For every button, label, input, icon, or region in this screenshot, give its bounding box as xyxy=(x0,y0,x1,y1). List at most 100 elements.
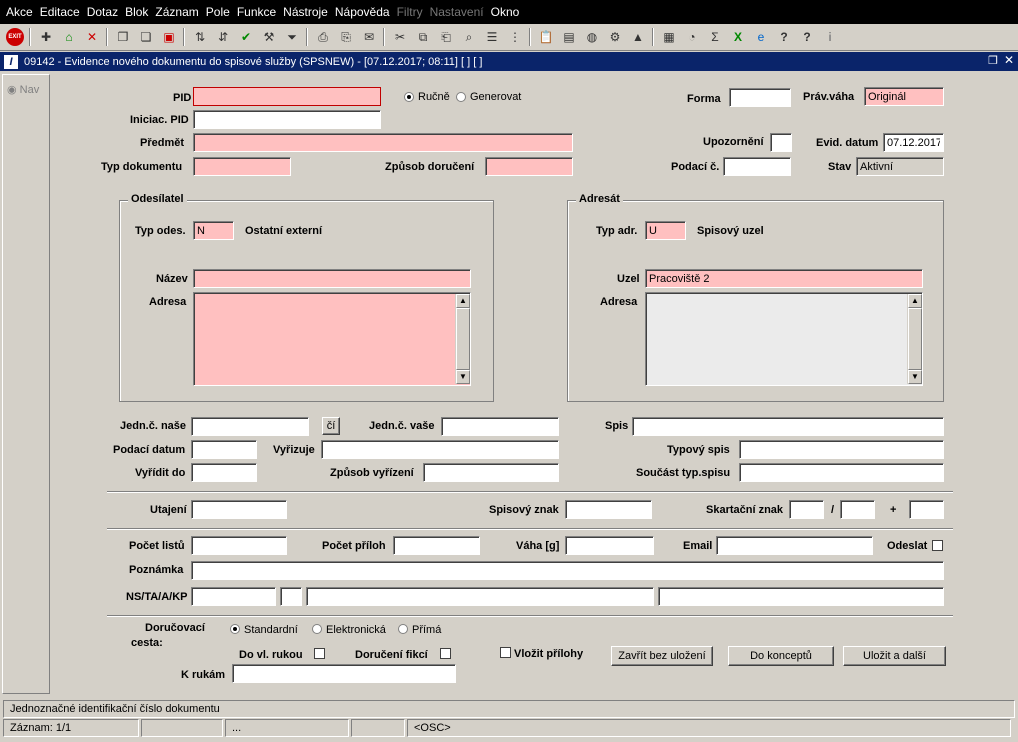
scroll-thumb[interactable] xyxy=(908,308,922,370)
spis-input[interactable] xyxy=(632,417,944,436)
sort-asc-icon[interactable]: ⇅ xyxy=(191,28,209,46)
skartacni-znak-input[interactable] xyxy=(789,500,824,519)
radio-rucne[interactable] xyxy=(404,92,414,102)
exit-icon[interactable]: EXIT xyxy=(6,28,24,46)
chart-icon[interactable]: ▦ xyxy=(660,28,678,46)
calendar-icon[interactable]: ◔ xyxy=(683,28,701,46)
typ-odes-input[interactable] xyxy=(193,221,234,240)
forma-input[interactable] xyxy=(729,88,791,107)
menu-item-6[interactable]: Funkce xyxy=(237,5,276,19)
poznamka-input[interactable] xyxy=(191,561,944,580)
vyrizuje-input[interactable] xyxy=(321,440,559,459)
tools-icon[interactable]: ⚒ xyxy=(260,28,278,46)
typovy-spis-input[interactable] xyxy=(739,440,944,459)
a-input[interactable] xyxy=(306,587,654,606)
uzel-input[interactable] xyxy=(645,269,923,288)
ns-input[interactable] xyxy=(191,587,276,606)
info-icon[interactable]: i xyxy=(821,28,839,46)
delete-record-icon[interactable]: ✕ xyxy=(83,28,101,46)
excel-icon[interactable]: X xyxy=(729,28,747,46)
spisovy-znak-input[interactable] xyxy=(565,500,652,519)
radio-prima[interactable] xyxy=(398,624,408,634)
upozorneni-input[interactable] xyxy=(770,133,792,152)
utajeni-input[interactable] xyxy=(191,500,287,519)
typ-adr-input[interactable] xyxy=(645,221,686,240)
print-icon[interactable]: ⎙ xyxy=(314,28,332,46)
menu-item-0[interactable]: Akce xyxy=(6,5,33,19)
copy-record-icon[interactable]: ❏ xyxy=(137,28,155,46)
menu-item-11[interactable]: Okno xyxy=(491,5,520,19)
menu-item-3[interactable]: Blok xyxy=(125,5,148,19)
do-konceptu-button[interactable]: Do konceptů xyxy=(728,646,834,666)
insert-record-icon[interactable]: ✚ xyxy=(37,28,55,46)
menu-item-10[interactable]: Nastavení xyxy=(430,5,484,19)
cut-icon[interactable]: ✂ xyxy=(391,28,409,46)
pocet-listu-input[interactable] xyxy=(191,536,287,555)
adresat-adresa-scrollbar[interactable]: ▲ ▼ xyxy=(907,294,922,384)
warning-icon[interactable]: ▲ xyxy=(629,28,647,46)
list-icon[interactable]: ☰ xyxy=(483,28,501,46)
menu-item-1[interactable]: Editace xyxy=(40,5,80,19)
pid-input[interactable] xyxy=(193,87,381,106)
menu-item-5[interactable]: Pole xyxy=(206,5,230,19)
podaci-datum-input[interactable] xyxy=(191,440,257,459)
typ-dokumentu-input[interactable] xyxy=(193,157,291,176)
menu-item-2[interactable]: Dotaz xyxy=(87,5,118,19)
scroll-thumb[interactable] xyxy=(456,308,470,370)
doruceni-fikci-checkbox[interactable] xyxy=(440,648,451,659)
tree-icon[interactable]: ⋮ xyxy=(506,28,524,46)
context-help-icon[interactable]: ? xyxy=(798,28,816,46)
zpusob-vyrizeni-input[interactable] xyxy=(423,463,559,482)
ci-button[interactable]: čí xyxy=(322,417,340,435)
ulozit-a-dalsi-button[interactable]: Uložit a další xyxy=(843,646,946,666)
zpusob-doruceni-input[interactable] xyxy=(485,157,573,176)
zavrit-bez-ulozeni-button[interactable]: Zavřít bez uložení xyxy=(611,646,713,666)
do-vl-rukou-checkbox[interactable] xyxy=(314,648,325,659)
jedn-nase-input[interactable] xyxy=(191,417,309,436)
vaha-input[interactable] xyxy=(565,536,654,555)
vlozit-prilohy-checkbox[interactable] xyxy=(500,647,511,658)
evid-datum-input[interactable] xyxy=(883,133,944,152)
scroll-down-icon[interactable]: ▼ xyxy=(456,370,470,384)
new-record-icon[interactable]: ⌂ xyxy=(60,28,78,46)
paste-icon[interactable]: ⎗ xyxy=(437,28,455,46)
menu-item-8[interactable]: Nápověda xyxy=(335,5,390,19)
confirm-icon[interactable]: ✔ xyxy=(237,28,255,46)
odesilatel-nazev-input[interactable] xyxy=(193,269,471,288)
prav-vaha-input[interactable] xyxy=(864,87,944,106)
sort-desc-icon[interactable]: ⇵ xyxy=(214,28,232,46)
radio-standardni[interactable] xyxy=(230,624,240,634)
clipboard-icon[interactable]: 📋 xyxy=(537,28,555,46)
scroll-down-icon[interactable]: ▼ xyxy=(908,370,922,384)
nav-label[interactable]: ◉ Nav xyxy=(7,83,39,96)
jedn-vase-input[interactable] xyxy=(441,417,559,436)
predmet-input[interactable] xyxy=(193,133,573,152)
duplicate-icon[interactable]: ❐ xyxy=(114,28,132,46)
k-rukam-input[interactable] xyxy=(232,664,456,683)
globe-icon[interactable]: ◍ xyxy=(583,28,601,46)
settings-wheel-icon[interactable]: ⚙ xyxy=(606,28,624,46)
odesilatel-adresa-textarea[interactable] xyxy=(193,292,471,386)
document-icon[interactable]: ▤ xyxy=(560,28,578,46)
restore-icon[interactable]: ❐ xyxy=(988,54,998,67)
odeslat-checkbox[interactable] xyxy=(932,540,943,551)
help-icon[interactable]: ? xyxy=(775,28,793,46)
scroll-up-icon[interactable]: ▲ xyxy=(456,294,470,308)
search-icon[interactable]: ⌕ xyxy=(460,28,478,46)
menu-item-7[interactable]: Nástroje xyxy=(283,5,328,19)
soucast-input[interactable] xyxy=(739,463,944,482)
copy-icon[interactable]: ⧉ xyxy=(414,28,432,46)
adresat-adresa-textarea[interactable] xyxy=(645,292,923,386)
odesilatel-adresa-scrollbar[interactable]: ▲ ▼ xyxy=(455,294,470,384)
menu-item-4[interactable]: Záznam xyxy=(155,5,198,19)
print-preview-icon[interactable]: ⎘ xyxy=(337,28,355,46)
podaci-c-input[interactable] xyxy=(723,157,791,176)
skartacni-lhuta-input[interactable] xyxy=(840,500,875,519)
vyridit-do-input[interactable] xyxy=(191,463,257,482)
filter-icon[interactable]: ⏷ xyxy=(283,28,301,46)
clear-record-icon[interactable]: ▣ xyxy=(160,28,178,46)
ta-input[interactable] xyxy=(280,587,302,606)
mail-icon[interactable]: ✉ xyxy=(360,28,378,46)
email-input[interactable] xyxy=(716,536,873,555)
sum-icon[interactable]: Σ xyxy=(706,28,724,46)
